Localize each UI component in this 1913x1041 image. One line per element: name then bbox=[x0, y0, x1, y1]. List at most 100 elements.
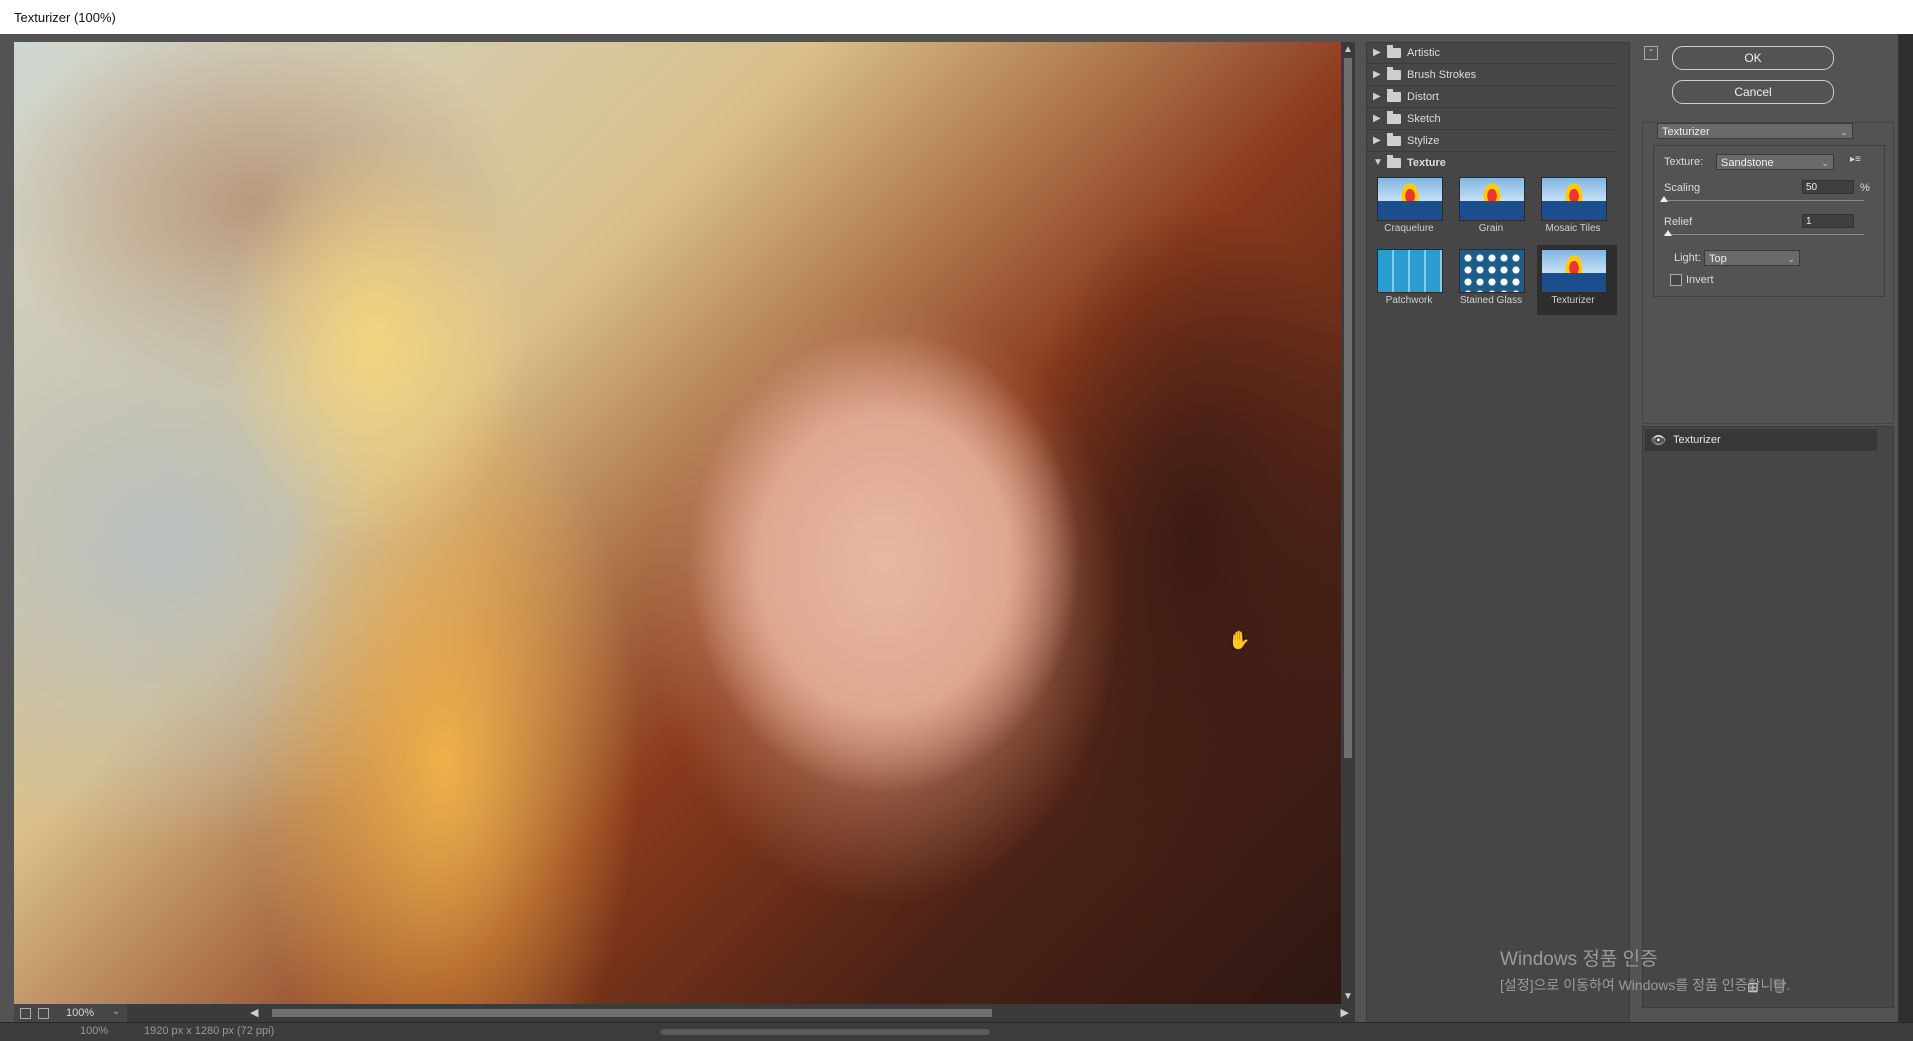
thumbnail-image bbox=[1541, 177, 1607, 221]
scaling-unit: % bbox=[1860, 182, 1870, 194]
horizontal-scroll-thumb[interactable] bbox=[272, 1009, 992, 1017]
thumbnail-image bbox=[1377, 177, 1443, 221]
category-label: Artistic bbox=[1407, 47, 1440, 59]
relief-slider-handle[interactable] bbox=[1664, 230, 1672, 236]
folder-icon bbox=[1387, 133, 1401, 146]
expand-icon: ▶ bbox=[1373, 135, 1381, 146]
effect-layer-texturizer[interactable]: 👁 Texturizer bbox=[1645, 429, 1877, 451]
filter-thumb-mosaic-tiles[interactable]: Mosaic Tiles bbox=[1537, 173, 1617, 243]
preview-canvas[interactable]: ✋ bbox=[14, 42, 1341, 1004]
filter-thumb-craquelure[interactable]: Craquelure bbox=[1373, 173, 1453, 243]
zoom-control: 100% ⌄ bbox=[14, 1004, 127, 1022]
category-brush-strokes[interactable]: ▶ Brush Strokes bbox=[1367, 65, 1615, 86]
vertical-scroll-thumb[interactable] bbox=[1344, 58, 1352, 758]
collapse-gallery-icon[interactable]: ⌃ bbox=[1644, 46, 1658, 60]
category-label: Texture bbox=[1407, 157, 1446, 169]
relief-input[interactable]: 1 bbox=[1802, 214, 1854, 228]
thumbnail-caption: Patchwork bbox=[1385, 295, 1433, 306]
folder-icon bbox=[1387, 89, 1401, 102]
scaling-input[interactable]: 50 bbox=[1802, 180, 1854, 194]
ok-button[interactable]: OK bbox=[1672, 46, 1834, 70]
invert-label: Invert bbox=[1686, 274, 1714, 286]
filter-thumb-texturizer[interactable]: Texturizer bbox=[1537, 245, 1617, 315]
preview-horizontal-scrollbar[interactable]: 100% ⌄ ◀ ▶ bbox=[14, 1004, 1355, 1022]
collapse-icon: ▼ bbox=[1373, 157, 1383, 168]
category-label: Stylize bbox=[1407, 135, 1440, 147]
settings-panel: ⌃ OK Cancel Texturizer ⌄ Texture: Sandst… bbox=[1642, 42, 1894, 1022]
filter-thumb-stained-glass[interactable]: Stained Glass bbox=[1455, 245, 1535, 315]
status-zoom: 100% bbox=[80, 1025, 109, 1037]
scaling-slider-handle[interactable] bbox=[1660, 196, 1668, 202]
filter-options-panel: Texturizer ⌄ Texture: Sandstone ⌄ ▸≡ Sca… bbox=[1642, 122, 1894, 424]
thumbnail-image bbox=[1459, 249, 1525, 293]
watermark-line2: [설정]으로 이동하여 Windows를 정품 인증합니다. bbox=[1500, 977, 1791, 993]
filter-select-value: Texturizer bbox=[1662, 126, 1710, 138]
texture-label: Texture: bbox=[1664, 156, 1704, 168]
window-title: Texturizer (100%) bbox=[14, 10, 116, 25]
category-label: Distort bbox=[1407, 91, 1439, 103]
scroll-left-icon[interactable]: ◀ bbox=[250, 1006, 258, 1019]
scroll-right-icon[interactable]: ▶ bbox=[1341, 1006, 1349, 1019]
expand-icon: ▶ bbox=[1373, 113, 1381, 124]
window-edge bbox=[1898, 34, 1913, 1024]
scaling-slider-track[interactable] bbox=[1664, 200, 1864, 201]
texture-select-value: Sandstone bbox=[1721, 157, 1774, 169]
activation-watermark: Windows 정품 인증 [설정]으로 이동하여 Windows를 정품 인증… bbox=[1500, 944, 1790, 995]
filter-select[interactable]: Texturizer ⌄ bbox=[1657, 123, 1853, 139]
thumbnail-image bbox=[1541, 249, 1607, 293]
invert-checkbox[interactable] bbox=[1670, 274, 1682, 286]
status-scrollbar[interactable] bbox=[660, 1029, 990, 1035]
light-select[interactable]: Top ⌄ bbox=[1704, 250, 1800, 266]
chevron-down-icon: ⌄ bbox=[1821, 158, 1829, 168]
zoom-in-icon[interactable] bbox=[38, 1008, 49, 1019]
thumbnail-caption: Craquelure bbox=[1384, 223, 1434, 234]
category-artistic[interactable]: ▶ Artistic bbox=[1367, 43, 1615, 64]
light-label: Light: bbox=[1674, 252, 1701, 264]
category-label: Sketch bbox=[1407, 113, 1441, 125]
folder-icon bbox=[1387, 45, 1401, 58]
zoom-dropdown-icon[interactable]: ⌄ bbox=[112, 1006, 120, 1017]
filter-thumb-grain[interactable]: Grain bbox=[1455, 173, 1535, 243]
expand-icon: ▶ bbox=[1373, 69, 1381, 80]
preview-vertical-scrollbar[interactable]: ▲ ▼ bbox=[1341, 42, 1355, 1004]
scroll-down-icon[interactable]: ▼ bbox=[1343, 991, 1353, 1002]
thumbnail-caption: Mosaic Tiles bbox=[1545, 223, 1601, 234]
scroll-up-icon[interactable]: ▲ bbox=[1343, 44, 1353, 55]
watermark-line1: Windows 정품 인증 bbox=[1500, 949, 1658, 970]
zoom-out-icon[interactable] bbox=[20, 1008, 31, 1019]
texture-menu-icon[interactable]: ▸≡ bbox=[1850, 154, 1861, 165]
preview-image bbox=[14, 42, 1341, 1004]
thumbnail-image bbox=[1377, 249, 1443, 293]
expand-icon: ▶ bbox=[1373, 47, 1381, 58]
thumbnail-caption: Texturizer bbox=[1551, 295, 1595, 306]
relief-label: Relief bbox=[1664, 216, 1693, 228]
category-texture[interactable]: ▼ Texture bbox=[1367, 153, 1615, 173]
effect-layer-label: Texturizer bbox=[1673, 434, 1721, 446]
chevron-down-icon: ⌄ bbox=[1787, 254, 1795, 264]
thumbnail-image bbox=[1459, 177, 1525, 221]
eye-icon[interactable]: 👁 bbox=[1651, 433, 1666, 447]
relief-slider-track[interactable] bbox=[1664, 234, 1864, 235]
category-label: Brush Strokes bbox=[1407, 69, 1477, 81]
texture-select[interactable]: Sandstone ⌄ bbox=[1716, 154, 1834, 170]
zoom-level[interactable]: 100% bbox=[66, 1007, 94, 1019]
category-stylize[interactable]: ▶ Stylize bbox=[1367, 131, 1615, 152]
window-titlebar: Texturizer (100%) bbox=[0, 0, 1913, 35]
thumbnail-caption: Grain bbox=[1478, 223, 1504, 234]
folder-icon bbox=[1387, 111, 1401, 124]
folder-icon bbox=[1387, 67, 1401, 80]
effect-layers-panel: 👁 Texturizer ⊞ 🗑 bbox=[1642, 426, 1894, 1008]
scaling-label: Scaling bbox=[1664, 182, 1701, 194]
light-select-value: Top bbox=[1709, 253, 1727, 265]
status-strip: 100% 1920 px x 1280 px (72 ppi) bbox=[0, 1022, 1913, 1041]
filter-gallery-panel: ▶ Artistic ▶ Brush Strokes ▶ Distort ▶ S… bbox=[1366, 42, 1630, 1024]
hand-cursor-icon: ✋ bbox=[1228, 630, 1251, 650]
filter-thumb-patchwork[interactable]: Patchwork bbox=[1373, 245, 1453, 315]
folder-open-icon bbox=[1387, 155, 1401, 168]
cancel-button[interactable]: Cancel bbox=[1672, 80, 1834, 104]
category-sketch[interactable]: ▶ Sketch bbox=[1367, 109, 1615, 130]
expand-icon: ▶ bbox=[1373, 91, 1381, 102]
category-distort[interactable]: ▶ Distort bbox=[1367, 87, 1615, 108]
texturizer-options: Texture: Sandstone ⌄ ▸≡ Scaling 50 % Rel… bbox=[1653, 145, 1885, 297]
chevron-down-icon: ⌄ bbox=[1840, 127, 1848, 137]
